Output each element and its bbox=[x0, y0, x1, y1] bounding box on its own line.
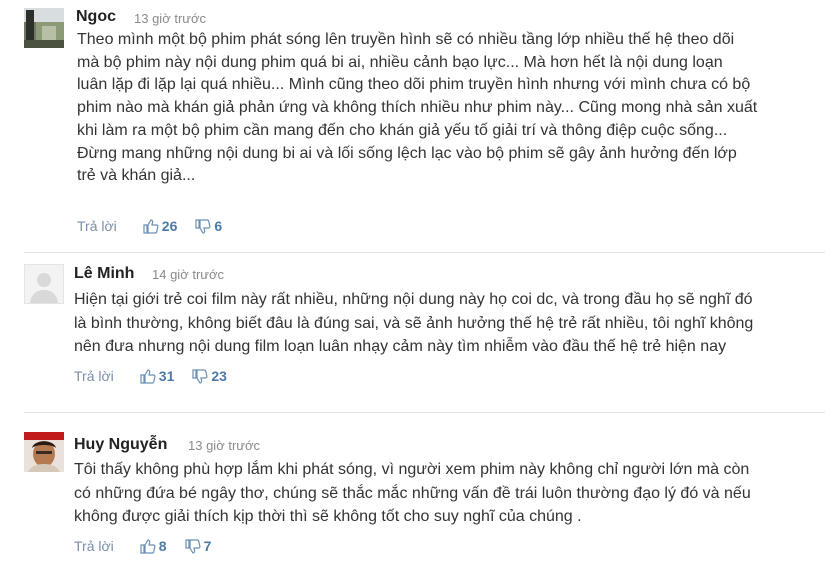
comment-actions: Trả lời 31 23 bbox=[74, 368, 227, 384]
comment-line: khi làm ra một bộ phim cần mang đến cho … bbox=[77, 121, 728, 139]
like-count: 31 bbox=[158, 368, 175, 384]
comment-text: Tôi thấy không phù hợp lắm khi phát sóng… bbox=[74, 458, 751, 529]
like-count: 8 bbox=[158, 538, 167, 554]
comment-line: trẻ và khán giả... bbox=[77, 167, 196, 185]
reply-button[interactable]: Trả lời bbox=[74, 538, 114, 554]
comment-line: Đừng mang những nội dung bi ai và lối số… bbox=[77, 144, 737, 162]
reply-button[interactable]: Trả lời bbox=[74, 368, 114, 384]
like-button[interactable]: 26 bbox=[143, 218, 178, 234]
author-name[interactable]: Lê Minh bbox=[74, 265, 134, 283]
divider bbox=[24, 412, 825, 413]
like-count: 26 bbox=[161, 218, 178, 234]
comment-line: Tôi thấy không phù hợp lắm khi phát sóng… bbox=[74, 461, 750, 478]
avatar[interactable] bbox=[24, 264, 64, 304]
comment-line: là bình thường, không biết đâu là đúng s… bbox=[74, 314, 754, 332]
thumbs-down-icon bbox=[195, 218, 211, 234]
like-button[interactable]: 31 bbox=[140, 368, 175, 384]
thumbs-down-icon bbox=[184, 538, 201, 554]
comment-actions: Trả lời 26 6 bbox=[77, 218, 222, 234]
dislike-button[interactable]: 7 bbox=[184, 538, 212, 554]
comment-line: phim nào mà khán giả phản ứng và không t… bbox=[77, 99, 758, 117]
comment-line: mà bộ phim này nội dung phim quá bi ai, … bbox=[77, 53, 723, 71]
comment-line: luân lặp đi lặp lại quá nhiều... Mình cũ… bbox=[77, 76, 751, 94]
timestamp: 13 giờ trước bbox=[134, 11, 206, 26]
comment-actions: Trả lời 8 7 bbox=[74, 538, 211, 554]
comment-line: Hiện tại giới trẻ coi film này rất nhiều… bbox=[74, 291, 753, 308]
timestamp: 13 giờ trước bbox=[188, 438, 260, 453]
comment-text: Hiện tại giới trẻ coi film này rất nhiều… bbox=[74, 288, 753, 359]
reply-button[interactable]: Trả lời bbox=[77, 218, 117, 234]
thumbs-down-icon bbox=[192, 368, 208, 384]
comment-line: Theo mình một bộ phim phát sóng lên truy… bbox=[77, 31, 735, 48]
thumbs-up-icon bbox=[140, 538, 156, 554]
timestamp: 14 giờ trước bbox=[152, 267, 224, 282]
thumbs-up-icon bbox=[143, 218, 159, 234]
avatar[interactable] bbox=[24, 8, 64, 48]
thumbs-up-icon bbox=[140, 368, 156, 384]
dislike-count: 6 bbox=[214, 218, 223, 234]
dislike-count: 7 bbox=[203, 538, 212, 554]
author-name[interactable]: Huy Nguyễn bbox=[74, 436, 167, 454]
comment-text: Theo mình một bộ phim phát sóng lên truy… bbox=[77, 29, 757, 188]
comment-line: có những đứa bé ngây thơ, chúng sẽ thắc … bbox=[74, 484, 751, 502]
comment-line: không được giải thích kịp thời thì sẽ kh… bbox=[74, 508, 582, 525]
dislike-button[interactable]: 6 bbox=[195, 218, 222, 234]
comment-line: nên đưa nhưng nội dung film loạn luân nh… bbox=[74, 338, 727, 355]
author-name[interactable]: Ngoc bbox=[76, 8, 116, 26]
dislike-button[interactable]: 23 bbox=[192, 368, 227, 384]
avatar[interactable] bbox=[24, 432, 64, 472]
divider bbox=[24, 252, 825, 253]
dislike-count: 23 bbox=[211, 368, 227, 384]
like-button[interactable]: 8 bbox=[140, 538, 167, 554]
